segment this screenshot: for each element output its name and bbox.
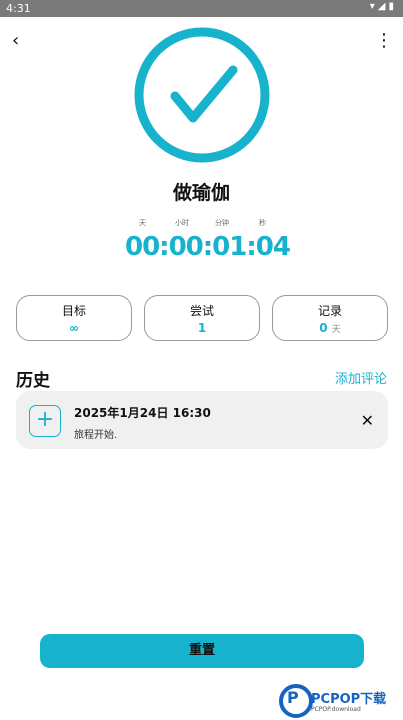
status-icons: ▾◢▮ [370, 1, 397, 12]
watermark-subtext: PCPOP.download [311, 706, 361, 713]
watermark: P PCPOP下载 PCPOP.download [279, 682, 403, 720]
attempts-label: 尝试 [189, 304, 214, 318]
signal-icon: ◢ [377, 1, 389, 12]
timer-label-seconds: 秒 [259, 219, 266, 227]
checkmark-icon [134, 27, 270, 163]
attempts-card[interactable]: 尝试 1 [144, 295, 260, 341]
entry-description: 旅程开始. [74, 430, 118, 441]
more-icon: ⋮ [375, 30, 393, 51]
goal-label: 目标 [61, 304, 86, 318]
history-entry: + 2025年1月24日 16:30 旅程开始. ✕ [16, 391, 388, 449]
close-icon[interactable]: ✕ [361, 411, 374, 430]
entry-date: 2025年1月24日 16:30 [74, 406, 211, 420]
stats-cards: 目标 ∞ 尝试 1 记录 0 天 [16, 295, 388, 341]
battery-icon: ▮ [388, 1, 397, 12]
timer-label-minutes: 分钟 [215, 219, 229, 227]
history-title: 历史 [16, 371, 50, 391]
plus-icon[interactable]: + [29, 405, 61, 437]
back-icon: ‹ [12, 30, 20, 51]
goal-card[interactable]: 目标 ∞ [16, 295, 132, 341]
record-value: 0 [319, 321, 328, 335]
status-time: 4:31 [6, 2, 31, 15]
task-title: 做瑜伽 [172, 182, 230, 204]
timer: 天 小时 分钟 秒 00:00:01:04 [125, 218, 291, 262]
timer-value: 00:00:01:04 [125, 232, 291, 262]
goal-value: ∞ [69, 321, 79, 335]
back-button[interactable]: ‹ [12, 30, 32, 51]
watermark-text: PCPOP下载 [311, 692, 387, 707]
status-bar: 4:31 ▾◢▮ [0, 0, 403, 17]
wifi-icon: ▾ [369, 1, 378, 12]
record-unit: 天 [331, 325, 341, 335]
reset-button[interactable]: 重置 [40, 634, 364, 668]
record-card[interactable]: 记录 0 天 [272, 295, 388, 341]
watermark-logo-icon: P [279, 684, 313, 718]
timer-labels: 天 小时 分钟 秒 [125, 218, 285, 232]
record-label: 记录 [317, 304, 342, 318]
more-button[interactable]: ⋮ [375, 30, 393, 51]
timer-label-hours: 小时 [175, 219, 189, 227]
add-comment-link[interactable]: 添加评论 [335, 368, 387, 387]
timer-label-days: 天 [139, 219, 146, 227]
attempts-value: 1 [197, 321, 207, 335]
